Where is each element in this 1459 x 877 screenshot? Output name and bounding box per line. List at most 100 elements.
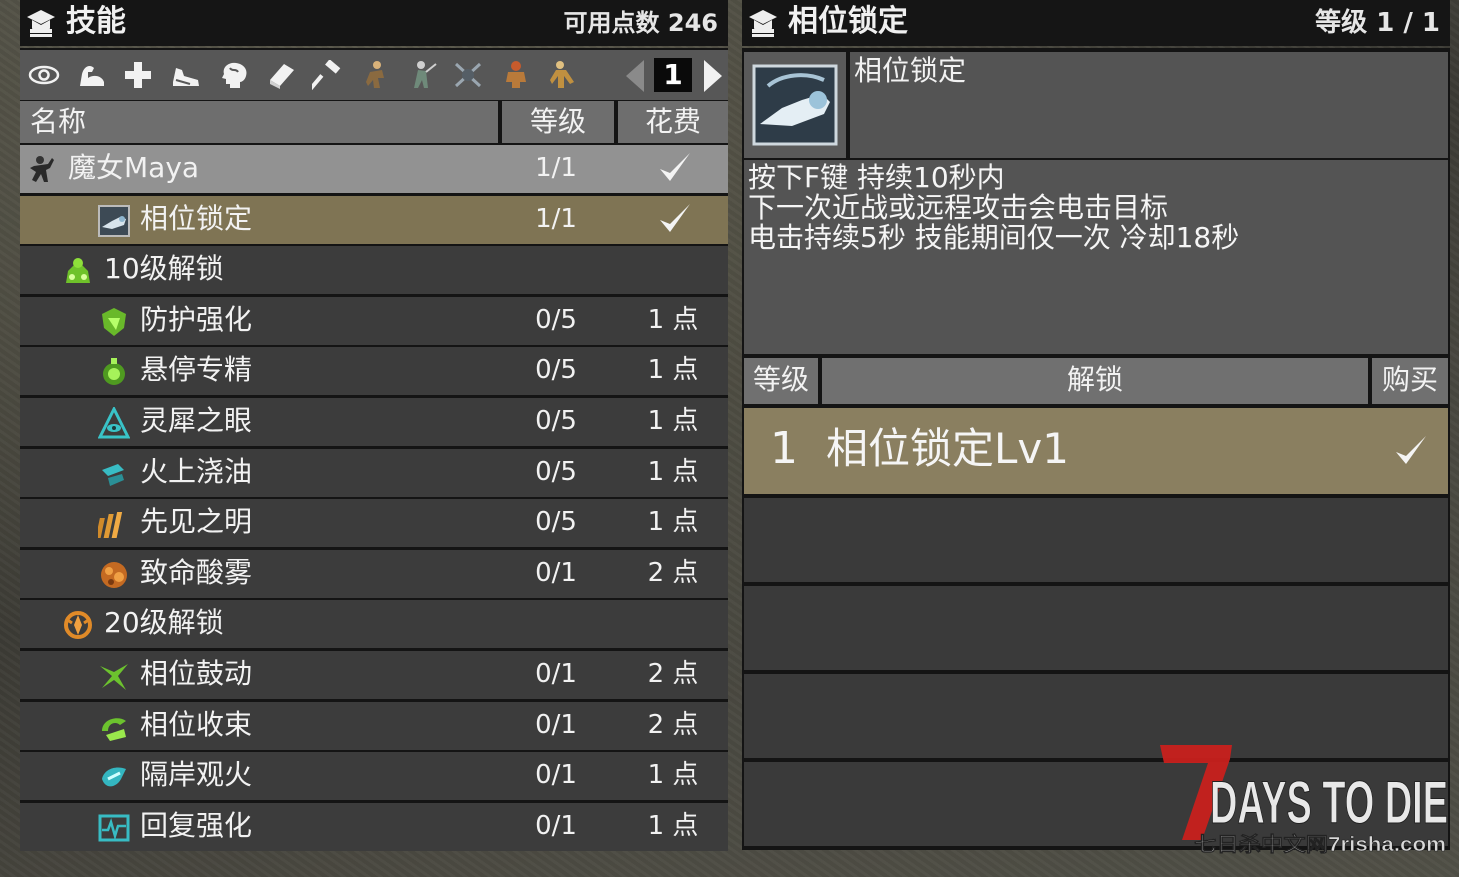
skill-group-level-10[interactable]: 10级解锁 xyxy=(20,246,728,295)
skill-level: 1/1 xyxy=(535,153,577,183)
skill-name: 相位收束 xyxy=(140,707,253,741)
character-5-icon[interactable] xyxy=(546,60,578,90)
skill-name: 相位锁定 xyxy=(140,201,253,235)
skill-row-maya[interactable]: 魔女Maya 1/1 xyxy=(20,145,728,193)
skill-row-phase-pulse[interactable]: 相位鼓动 0/1 2 点 xyxy=(20,650,728,699)
acid-fog-icon xyxy=(101,561,127,588)
skill-name: 先见之明 xyxy=(140,505,253,539)
skill-cost: 1 点 xyxy=(647,456,699,487)
skill-cost: 1 点 xyxy=(647,355,699,386)
skill-level: 1/1 xyxy=(535,203,577,234)
maya-portrait-icon xyxy=(30,156,54,182)
skill-level: 0/1 xyxy=(535,557,577,588)
character-2-icon[interactable] xyxy=(406,60,438,90)
skill-cost: 2 点 xyxy=(647,709,699,740)
skill-name: 致命酸雾 xyxy=(140,555,253,589)
skill-level: 0/1 xyxy=(535,709,577,740)
unlock-table-headers: 等级 解锁 购买 xyxy=(744,358,1448,404)
skill-row-phase-converge[interactable]: 相位收束 0/1 2 点 xyxy=(20,701,728,750)
character-4-icon[interactable] xyxy=(500,60,532,90)
skill-detail-header: 相位锁定 等级 1 / 1 xyxy=(742,0,1450,46)
skill-description-box: 按下F键 持续10秒内 下一次近战或远程攻击会电击目标 电击持续5秒 技能期间仅… xyxy=(744,160,1448,354)
foresight-icon xyxy=(98,512,123,539)
unlock-10-icon xyxy=(66,258,90,284)
phase-converge-icon xyxy=(102,717,126,741)
skill-name: 隔岸观火 xyxy=(140,758,253,792)
game-logo-watermark: DAYS TO DIE 七日杀中文网7risha.com xyxy=(1160,745,1449,856)
character-3-icon[interactable] xyxy=(452,60,484,90)
book-icon[interactable] xyxy=(266,60,298,90)
hover-icon xyxy=(103,358,125,386)
unlock-header-buy: 购买 xyxy=(1372,358,1448,404)
skills-panel: 1 名称 等级 花费 魔女Maya 1/1 相位锁定 1/1 10级解锁 防护强… xyxy=(20,48,728,853)
arm-icon[interactable] xyxy=(76,60,108,90)
skill-row-defense-boost[interactable]: 防护强化 0/5 1 点 xyxy=(20,296,728,345)
checkmark-icon xyxy=(1396,436,1426,464)
group-name: 20级解锁 xyxy=(104,606,224,640)
brain-icon[interactable] xyxy=(218,60,250,90)
category-bar: 1 xyxy=(20,50,728,100)
skill-row-hover-mastery[interactable]: 悬停专精 0/5 1 点 xyxy=(20,347,728,396)
description-line-2: 下一次近战或远程攻击会电击目标 xyxy=(748,191,1169,224)
unlock-level: 1 xyxy=(770,423,798,474)
skill-row-watch-the-fire[interactable]: 隔岸观火 0/1 1 点 xyxy=(20,752,728,801)
checkmark-icon xyxy=(660,153,690,181)
graduation-cap-icon xyxy=(749,10,777,37)
skill-row-spirit-eye[interactable]: 灵犀之眼 0/5 1 点 xyxy=(20,397,728,446)
skill-row-foresight[interactable]: 先见之明 0/5 1 点 xyxy=(20,499,728,548)
phase-lock-large-icon xyxy=(752,64,838,146)
column-header-name[interactable]: 名称 xyxy=(20,101,498,143)
previous-page-arrow-icon[interactable] xyxy=(626,60,644,92)
running-shoe-icon[interactable] xyxy=(170,60,202,90)
skill-name: 回复强化 xyxy=(140,808,253,842)
skill-name: 灵犀之眼 xyxy=(140,403,253,437)
unlock-header-level: 等级 xyxy=(744,358,818,404)
skill-level: 0/1 xyxy=(535,810,577,841)
skill-cost: 1 点 xyxy=(647,304,699,335)
skill-level: 0/5 xyxy=(535,405,577,436)
unlock-row[interactable]: 1 相位锁定Lv1 xyxy=(744,408,1448,494)
plus-icon[interactable] xyxy=(122,60,154,90)
unlock-header-unlock: 解锁 xyxy=(822,358,1368,404)
skill-cost: 1 点 xyxy=(647,507,699,538)
skill-cost: 2 点 xyxy=(647,658,699,689)
skill-row-fuel-the-fire[interactable]: 火上浇油 0/5 1 点 xyxy=(20,448,728,497)
checkmark-icon xyxy=(660,203,690,232)
skill-title-box: 相位锁定 xyxy=(850,52,1448,158)
skill-name: 悬停专精 xyxy=(140,353,253,387)
group-name: 10级解锁 xyxy=(104,252,224,286)
hammer-icon[interactable] xyxy=(312,60,344,90)
skill-icon-frame xyxy=(744,52,846,158)
phase-lock-icon xyxy=(98,204,130,237)
column-header-level[interactable]: 等级 xyxy=(502,101,614,143)
skill-level: 0/5 xyxy=(535,304,577,335)
available-points: 可用点数 246 xyxy=(563,9,718,37)
description-line-3: 电击持续5秒 技能期间仅一次 冷却18秒 xyxy=(748,221,1240,254)
skill-row-healing-boost[interactable]: 回复强化 0/1 1 点 xyxy=(20,802,728,851)
skill-list: 魔女Maya 1/1 相位锁定 1/1 10级解锁 防护强化 0/5 1 点 悬… xyxy=(20,145,728,853)
skill-name-title: 相位锁定 xyxy=(854,54,967,87)
skill-level-label: 等级 1 / 1 xyxy=(1315,8,1440,38)
skills-title: 技能 xyxy=(66,4,126,39)
logo-title: DAYS TO DIE xyxy=(1210,769,1448,836)
next-page-arrow-icon[interactable] xyxy=(704,60,722,92)
skill-row-phase-lock[interactable]: 相位锁定 1/1 xyxy=(20,195,728,244)
skill-row-lethal-acid-fog[interactable]: 致命酸雾 0/1 2 点 xyxy=(20,549,728,598)
skill-cost: 1 点 xyxy=(647,760,699,791)
skill-name: 防护强化 xyxy=(140,302,253,336)
eye-icon[interactable] xyxy=(28,60,60,90)
skill-level: 0/5 xyxy=(535,355,577,386)
skill-group-level-20[interactable]: 20级解锁 xyxy=(20,600,728,649)
skill-level: 0/1 xyxy=(535,658,577,689)
skill-detail-panel: 相位锁定 按下F键 持续10秒内 下一次近战或远程攻击会电击目标 电击持续5秒 … xyxy=(742,48,1450,850)
fire-oil-icon xyxy=(102,463,124,486)
character-1-icon[interactable] xyxy=(360,60,392,90)
shield-icon xyxy=(102,307,126,336)
column-header-cost[interactable]: 花费 xyxy=(618,101,728,143)
unlock-20-icon xyxy=(64,611,92,640)
watch-fire-icon xyxy=(102,767,126,787)
page-number: 1 xyxy=(654,58,692,92)
eye-triangle-icon xyxy=(98,406,130,439)
skill-name: 火上浇油 xyxy=(140,454,253,488)
unlock-row-empty xyxy=(744,498,1448,582)
